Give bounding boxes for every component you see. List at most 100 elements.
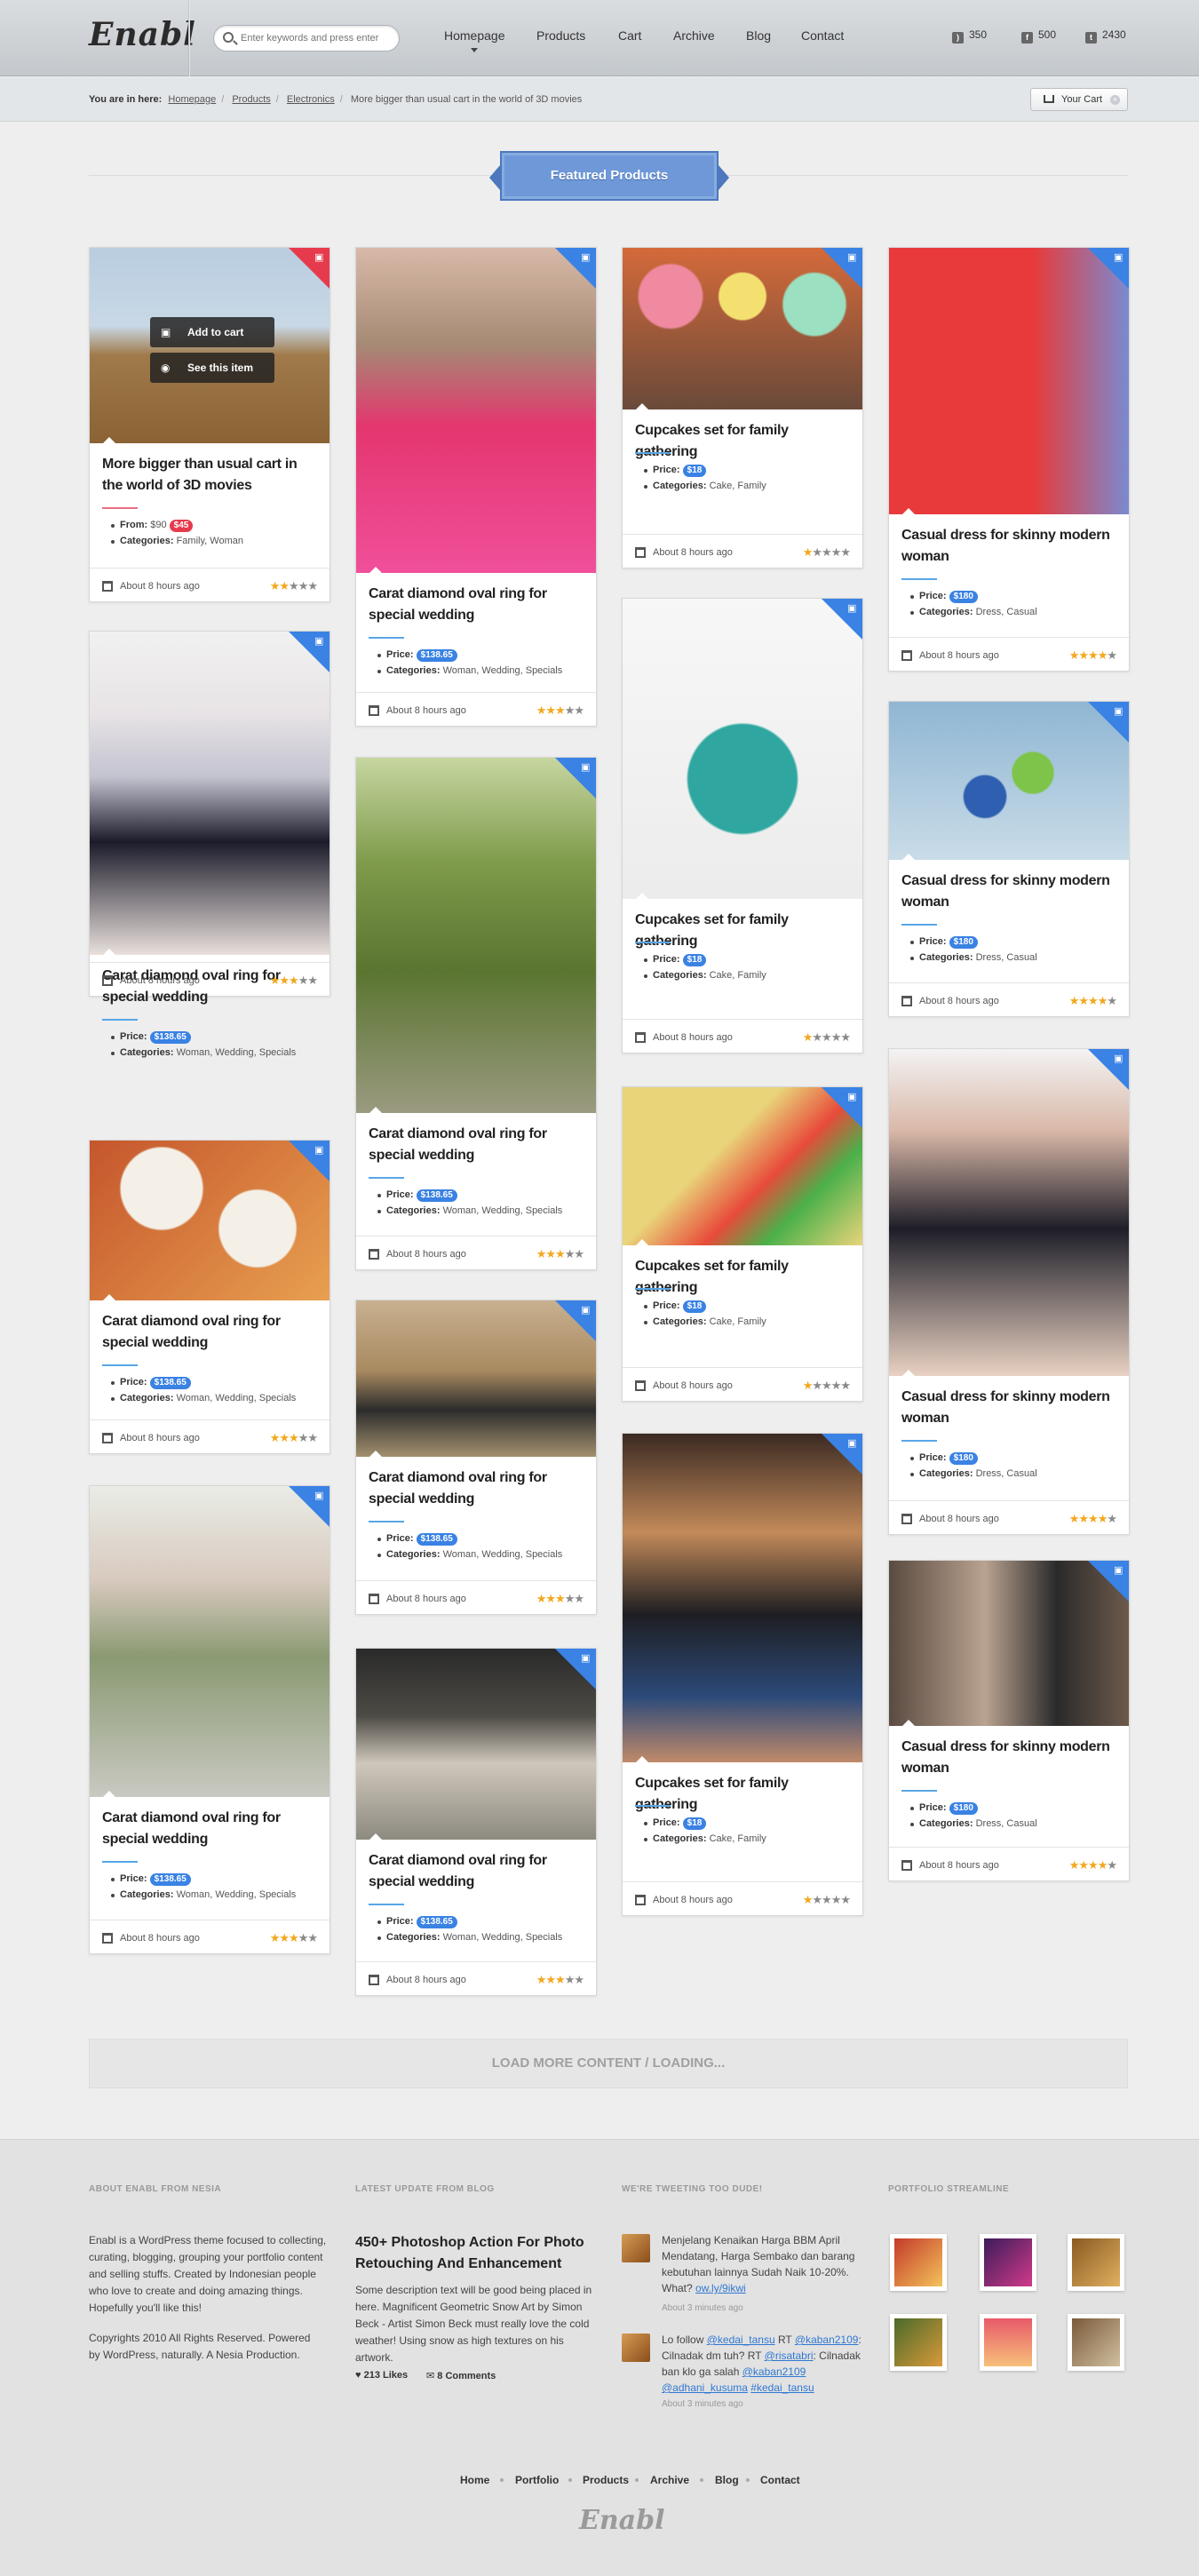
- product-image[interactable]: [623, 1434, 862, 1762]
- product-image[interactable]: [90, 632, 330, 955]
- search-box[interactable]: [213, 25, 400, 52]
- portfolio-thumb[interactable]: [1068, 2314, 1124, 2371]
- rating-stars[interactable]: ★★★★★: [270, 579, 318, 593]
- load-more-button[interactable]: LOAD MORE CONTENT / LOADING...: [89, 2039, 1128, 2088]
- add-to-cart-button[interactable]: ▣ Add to cart: [150, 317, 274, 347]
- product-title[interactable]: Cupcakes set for family gathering: [635, 910, 853, 952]
- nav-item-blog[interactable]: Blog: [746, 28, 771, 43]
- nav-item-products[interactable]: Products: [536, 28, 585, 43]
- product-card[interactable]: ▣Cupcakes set for family gatheringPrice:…: [622, 247, 863, 568]
- portfolio-thumb[interactable]: [980, 2234, 1036, 2291]
- tweet-2-hashtag[interactable]: #kedai_tansu: [750, 2381, 814, 2394]
- product-card[interactable]: ▣ Carat diamond oval ring for special wed…: [89, 1485, 330, 1954]
- rating-stars[interactable]: ★★★★★: [270, 1431, 318, 1445]
- footer-nav-archive[interactable]: Archive: [650, 2474, 689, 2486]
- rating-stars[interactable]: ★★★★★: [803, 1030, 851, 1045]
- close-icon[interactable]: ×: [1110, 95, 1120, 105]
- product-card[interactable]: ▣Cupcakes set for family gatheringPrice:…: [622, 1433, 863, 1916]
- see-item-button[interactable]: ◉ See this item: [150, 353, 274, 383]
- rating-stars[interactable]: ★★★★★: [1069, 648, 1117, 663]
- rating-stars[interactable]: ★★★★★: [536, 1247, 584, 1261]
- rating-stars[interactable]: ★★★★★: [270, 1931, 318, 1945]
- product-title[interactable]: Cupcakes set for family gathering: [635, 420, 853, 463]
- product-card[interactable]: ▣Cupcakes set for family gatheringPrice:…: [622, 1086, 863, 1402]
- twitter-stat[interactable]: t 2430: [1085, 28, 1126, 44]
- product-card[interactable]: ▣ Casual dress for skinny modern woman Pri…: [888, 701, 1130, 1017]
- product-title[interactable]: Carat diamond oval ring for special wedd…: [102, 1311, 320, 1354]
- footer-nav-portfolio[interactable]: Portfolio: [515, 2474, 559, 2486]
- rating-stars[interactable]: ★★★★★: [536, 1973, 584, 1987]
- rating-stars[interactable]: ★★★★★: [803, 1893, 851, 1907]
- footer-blog-title[interactable]: 450+ Photoshop Action For Photo Retouchi…: [355, 2232, 586, 2275]
- breadcrumb-products[interactable]: Products: [232, 94, 270, 105]
- product-title[interactable]: Carat diamond oval ring for special wedd…: [369, 1467, 586, 1510]
- footer-nav-blog[interactable]: Blog: [715, 2474, 739, 2486]
- blog-likes[interactable]: ♥ 213 Likes: [355, 2370, 408, 2381]
- product-card[interactable]: ▣ Casual dress for skinny modern woman Pri…: [888, 1560, 1130, 1881]
- product-title[interactable]: Casual dress for skinny modern woman: [901, 1737, 1119, 1779]
- product-card[interactable]: ▣ Carat diamond oval ring for special wed…: [355, 1300, 597, 1615]
- search-input[interactable]: [241, 30, 392, 46]
- rating-stars[interactable]: ★★★★★: [536, 1592, 584, 1606]
- rating-stars[interactable]: ★★★★★: [536, 704, 584, 718]
- product-time: About 8 hours ago: [919, 1514, 999, 1524]
- product-card[interactable]: ▣ Carat diamond oval ring for special wed…: [89, 631, 330, 1058]
- tweet-2-mention[interactable]: @kedai_tansu: [707, 2334, 775, 2346]
- product-image[interactable]: [356, 248, 596, 573]
- tweet-2-mention[interactable]: @risatabri: [765, 2349, 814, 2362]
- tweet-1-link[interactable]: ow.ly/9ikwi: [695, 2282, 746, 2294]
- nav-item-homepage[interactable]: Homepage: [444, 28, 505, 43]
- tweet-2-mention[interactable]: @kaban2109: [795, 2334, 859, 2346]
- product-title[interactable]: Casual dress for skinny modern woman: [901, 1387, 1119, 1429]
- product-categories: Categories: Dress, Casual: [910, 1818, 1037, 1829]
- rating-stars[interactable]: ★★★★★: [803, 545, 851, 560]
- blog-comments[interactable]: ✉ 8 Comments: [426, 2370, 496, 2381]
- product-card[interactable]: ▣ ▣ Add to cart ◉ See this item More bigger t…: [89, 247, 330, 602]
- portfolio-thumb[interactable]: [890, 2234, 947, 2291]
- footer-nav-home[interactable]: Home: [460, 2474, 489, 2486]
- logo[interactable]: Enabl: [89, 16, 196, 53]
- product-card[interactable]: ▣ Carat diamond oval ring for special wed…: [355, 247, 597, 727]
- footer-logo[interactable]: Enabl: [579, 2505, 665, 2536]
- tweet-2-mention[interactable]: @kaban2109: [742, 2365, 806, 2378]
- nav-item-contact[interactable]: Contact: [801, 28, 844, 43]
- product-title[interactable]: Casual dress for skinny modern woman: [901, 525, 1119, 568]
- product-card[interactable]: ▣ Casual dress for skinny modern woman Pri…: [888, 1048, 1130, 1535]
- calendar-icon: [901, 1860, 912, 1871]
- product-title[interactable]: Carat diamond oval ring for special wedd…: [369, 1850, 586, 1893]
- product-card[interactable]: ▣Cupcakes set for family gatheringPrice:…: [622, 598, 863, 1053]
- rating-stars[interactable]: ★★★★★: [1069, 1512, 1117, 1526]
- portfolio-thumb[interactable]: [980, 2314, 1036, 2371]
- product-title[interactable]: Carat diamond oval ring for special wedd…: [369, 1124, 586, 1166]
- breadcrumb-homepage[interactable]: Homepage: [168, 94, 216, 105]
- portfolio-thumb[interactable]: [890, 2314, 947, 2371]
- product-title[interactable]: Casual dress for skinny modern woman: [901, 871, 1119, 913]
- nav-item-cart[interactable]: Cart: [618, 28, 641, 43]
- product-image[interactable]: [356, 758, 596, 1113]
- product-title[interactable]: Carat diamond oval ring for special wedd…: [369, 584, 586, 626]
- footer-nav-contact[interactable]: Contact: [760, 2474, 800, 2486]
- portfolio-thumb[interactable]: [1068, 2234, 1124, 2291]
- nav-item-archive[interactable]: Archive: [673, 28, 715, 43]
- rating-stars[interactable]: ★★★★★: [1069, 994, 1117, 1008]
- product-title[interactable]: Cupcakes set for family gathering: [635, 1256, 853, 1299]
- product-card[interactable]: ▣ Carat diamond oval ring for special wed…: [89, 1140, 330, 1454]
- rating-stars[interactable]: ★★★★★: [270, 974, 318, 988]
- facebook-stat[interactable]: f 500: [1021, 28, 1056, 44]
- product-title[interactable]: Carat diamond oval ring for special wedd…: [102, 1808, 320, 1850]
- footer-nav-products[interactable]: Products: [583, 2474, 629, 2486]
- product-card[interactable]: ▣ Carat diamond oval ring for special wed…: [355, 1648, 597, 1996]
- rating-stars[interactable]: ★★★★★: [803, 1379, 851, 1393]
- your-cart-button[interactable]: Your Cart ×: [1030, 88, 1128, 111]
- product-image[interactable]: [889, 1049, 1129, 1376]
- breadcrumb-electronics[interactable]: Electronics: [287, 94, 335, 105]
- rating-stars[interactable]: ★★★★★: [1069, 1858, 1117, 1872]
- product-card[interactable]: ▣ Carat diamond oval ring for special wed…: [355, 757, 597, 1270]
- rss-stat[interactable]: ) 350: [952, 28, 987, 44]
- product-title[interactable]: More bigger than usual cart in the world…: [102, 454, 320, 497]
- product-image[interactable]: [623, 599, 862, 899]
- product-image[interactable]: [90, 1486, 330, 1797]
- product-card[interactable]: ▣ Casual dress for skinny modern woman Pri…: [888, 247, 1130, 672]
- product-title[interactable]: Cupcakes set for family gathering: [635, 1773, 853, 1816]
- tweet-2-mention[interactable]: @adhani_kusuma: [662, 2381, 748, 2394]
